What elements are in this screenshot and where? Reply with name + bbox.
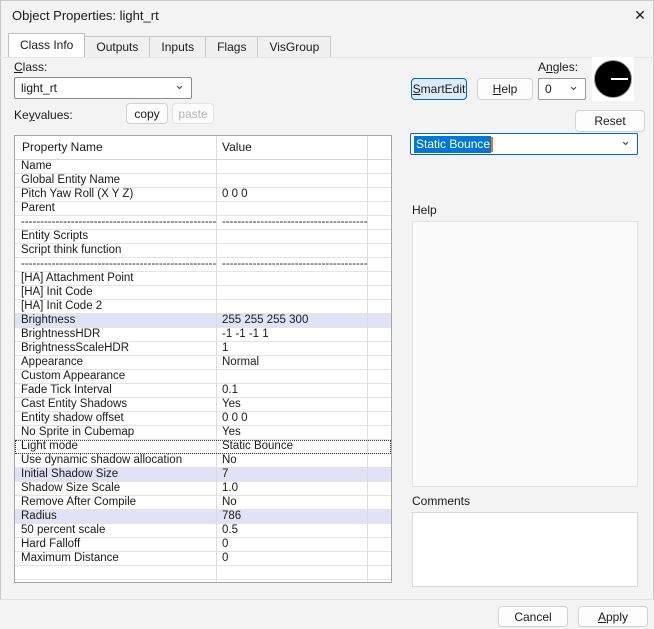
class-combobox-value: light_rt xyxy=(21,81,57,95)
property-row[interactable]: Brightness255 255 255 300 xyxy=(15,314,391,328)
property-row[interactable]: [HA] Attachment Point xyxy=(15,272,391,286)
angles-combobox-value: 0 xyxy=(545,82,552,96)
cancel-button[interactable]: Cancel xyxy=(498,606,568,627)
tab-flags[interactable]: Flags xyxy=(205,36,258,57)
property-row[interactable]: Global Entity Name xyxy=(15,174,391,188)
angle-indicator-line xyxy=(611,78,628,80)
apply-button[interactable]: Apply xyxy=(578,606,648,627)
chevron-down-icon: ⌄ xyxy=(620,136,631,146)
property-row[interactable]: Cast Entity ShadowsYes xyxy=(15,398,391,412)
property-table: Property Name Value NameGlobal Entity Na… xyxy=(14,135,392,583)
property-row[interactable]: Maximum Distance0 xyxy=(15,552,391,566)
close-icon[interactable]: ✕ xyxy=(630,5,650,25)
property-row[interactable]: BrightnessHDR-1 -1 -1 1 xyxy=(15,328,391,342)
property-row[interactable]: Name xyxy=(15,160,391,174)
property-row[interactable]: 50 percent scale0.5 xyxy=(15,524,391,538)
property-row[interactable]: No Sprite in CubemapYes xyxy=(15,426,391,440)
property-row[interactable]: BrightnessScaleHDR1 xyxy=(15,342,391,356)
keyvalues-label: Keyvalues: xyxy=(14,108,73,122)
angles-combobox[interactable]: 0 ⌄ xyxy=(538,78,586,100)
property-row[interactable]: Remove After CompileNo xyxy=(15,496,391,510)
angle-dial[interactable] xyxy=(592,57,634,101)
paste-button: paste xyxy=(172,103,214,124)
property-row[interactable]: Fade Tick Interval0.1 xyxy=(15,384,391,398)
property-table-body: NameGlobal Entity NamePitch Yaw Roll (X … xyxy=(15,160,391,583)
copy-button[interactable]: copy xyxy=(126,103,168,124)
help-button[interactable]: Help xyxy=(477,78,533,100)
comments-textarea[interactable] xyxy=(412,512,638,587)
light-mode-combobox[interactable]: Static Bounce ⌄ xyxy=(410,133,638,155)
tab-visgroup[interactable]: VisGroup xyxy=(257,36,331,57)
title-bar: Object Properties: light_rt ✕ xyxy=(0,0,654,32)
property-row[interactable]: Parent xyxy=(15,202,391,216)
light-mode-combobox-value: Static Bounce xyxy=(414,136,491,153)
tab-outputs[interactable]: Outputs xyxy=(84,36,150,57)
window-title: Object Properties: light_rt xyxy=(12,8,159,23)
property-row[interactable]: Use dynamic shadow allocationNo xyxy=(15,454,391,468)
help-section-label: Help xyxy=(412,203,437,217)
property-row[interactable]: [HA] Init Code xyxy=(15,286,391,300)
property-row xyxy=(15,566,391,580)
smartedit-button[interactable]: SmartEdit xyxy=(411,78,467,100)
property-table-header: Property Name Value xyxy=(15,136,391,160)
class-combobox[interactable]: light_rt ⌄ xyxy=(14,77,192,99)
comments-section-label: Comments xyxy=(412,494,470,508)
property-separator-row[interactable]: ----------------------------------------… xyxy=(15,258,391,272)
tab-class-info[interactable]: Class Info xyxy=(8,33,85,57)
chevron-down-icon: ⌄ xyxy=(568,81,579,91)
property-row[interactable]: Entity Scripts xyxy=(15,230,391,244)
header-property-name: Property Name xyxy=(15,136,217,160)
property-row[interactable]: [HA] Init Code 2 xyxy=(15,300,391,314)
help-box xyxy=(412,221,638,487)
class-label: Class: xyxy=(14,60,47,74)
property-row[interactable]: Script think function xyxy=(15,244,391,258)
property-row[interactable]: Pitch Yaw Roll (X Y Z)0 0 0 xyxy=(15,188,391,202)
property-row[interactable]: Light modeStatic Bounce xyxy=(15,440,391,454)
tab-page-divider xyxy=(0,57,654,58)
property-row[interactable]: Radius786 xyxy=(15,510,391,524)
header-value: Value xyxy=(217,136,368,160)
angles-label: Angles: xyxy=(538,60,578,74)
chevron-down-icon: ⌄ xyxy=(174,80,185,90)
tab-bar: Class InfoOutputsInputsFlagsVisGroup xyxy=(8,34,330,57)
property-row[interactable]: Entity shadow offset0 0 0 xyxy=(15,412,391,426)
property-row[interactable]: Hard Falloff0 xyxy=(15,538,391,552)
property-row[interactable]: AppearanceNormal xyxy=(15,356,391,370)
property-row[interactable]: Shadow Size Scale1.0 xyxy=(15,482,391,496)
property-row[interactable]: Initial Shadow Size7 xyxy=(15,468,391,482)
property-separator-row[interactable]: ----------------------------------------… xyxy=(15,216,391,230)
property-row xyxy=(15,580,391,583)
tab-inputs[interactable]: Inputs xyxy=(149,36,206,57)
reset-button[interactable]: Reset xyxy=(575,110,645,132)
text-caret xyxy=(491,137,493,152)
property-row[interactable]: Custom Appearance xyxy=(15,370,391,384)
